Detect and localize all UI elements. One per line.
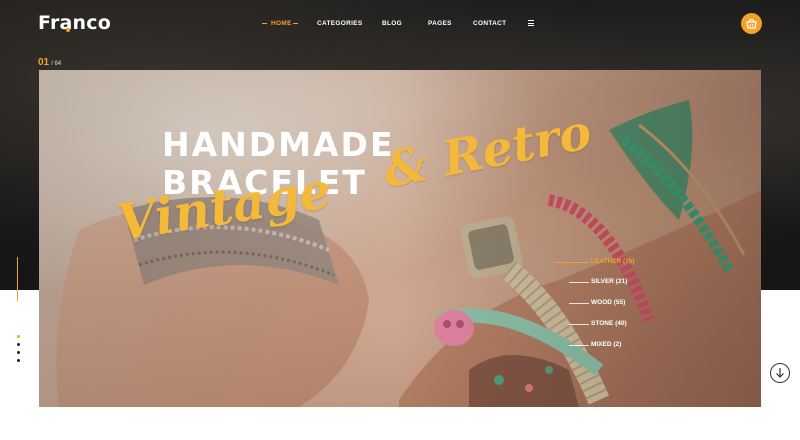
category-line <box>569 282 589 283</box>
nav-item-pages[interactable]: PAGES <box>428 20 452 27</box>
category-leather[interactable]: LEATHER (75) <box>591 258 635 265</box>
nav-item-contact[interactable]: CONTACT <box>473 20 506 27</box>
hero-slide-image: HANDMADE BRACELET & Retro Vintage LEATHE… <box>39 70 761 407</box>
slide-total: / 04 <box>51 61 62 67</box>
active-nav-dash <box>293 23 298 24</box>
nav-item-home[interactable]: HOME <box>271 20 292 27</box>
category-stone[interactable]: STONE (40) <box>591 320 627 327</box>
logo-accent-dot <box>66 28 70 32</box>
category-list: LEATHER (75) SILVER (21) WOOD (55) STONE… <box>39 70 761 407</box>
hamburger-icon[interactable] <box>528 20 534 26</box>
slide-counter: 01/ 04 <box>38 52 61 70</box>
slider-dot-1[interactable] <box>17 335 20 338</box>
page: Franco HOME CATEGORIES BLOG PAGES CONTAC… <box>0 0 800 440</box>
slider-dot-3[interactable] <box>17 351 20 354</box>
brand-logo[interactable]: Franco <box>38 12 111 34</box>
arrow-down-icon <box>776 368 784 378</box>
nav-item-blog[interactable]: BLOG <box>382 20 402 27</box>
scroll-down-button[interactable] <box>770 363 790 383</box>
nav-item-categories[interactable]: CATEGORIES <box>317 20 363 27</box>
category-line <box>569 324 589 325</box>
slider-dot-2[interactable] <box>17 343 20 346</box>
slide-current: 01 <box>38 57 50 68</box>
slider-dot-4[interactable] <box>17 359 20 362</box>
category-wood[interactable]: WOOD (55) <box>591 299 625 306</box>
category-line <box>554 262 589 263</box>
active-nav-dash <box>262 23 267 24</box>
category-line <box>569 303 589 304</box>
progress-line <box>17 257 18 301</box>
category-mixed[interactable]: MIXED (2) <box>591 341 621 348</box>
basket-icon <box>746 18 757 29</box>
cart-button[interactable] <box>741 13 762 34</box>
category-silver[interactable]: SILVER (21) <box>591 278 627 285</box>
category-line <box>569 345 589 346</box>
